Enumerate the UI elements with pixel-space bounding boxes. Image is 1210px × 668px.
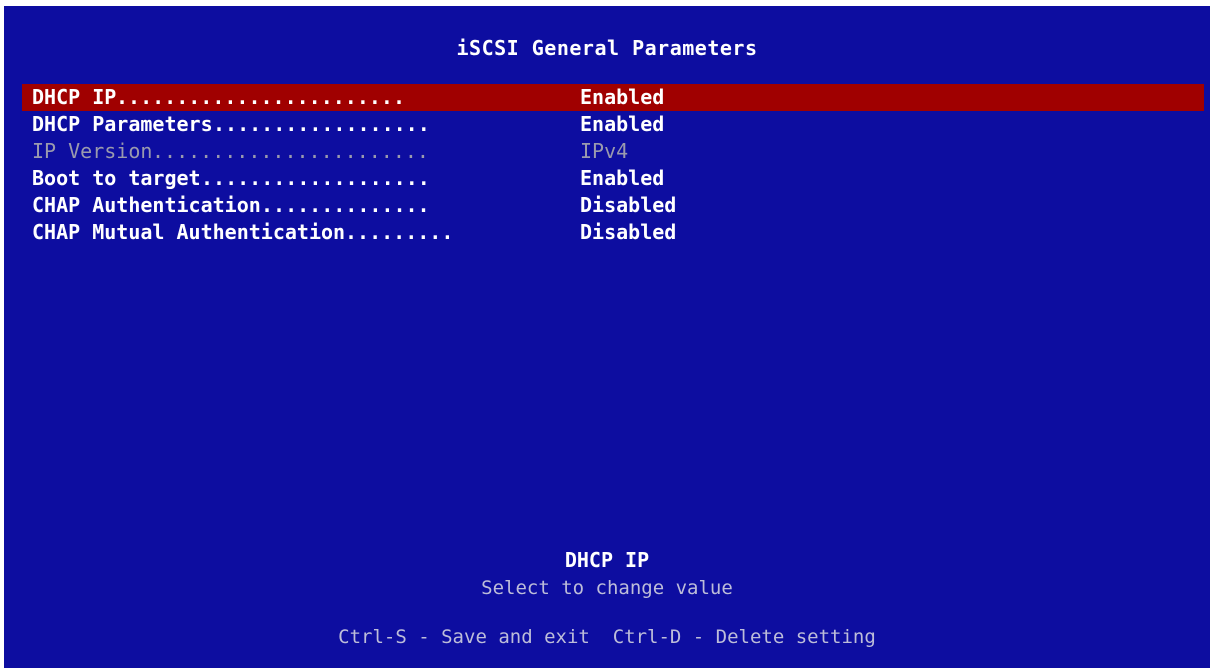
menu-item-label: CHAP Authentication bbox=[32, 193, 261, 217]
menu-item-value[interactable]: Disabled bbox=[580, 219, 676, 246]
leader-dots: ....................... bbox=[152, 139, 429, 163]
menu-item-label: Boot to target bbox=[32, 166, 201, 190]
menu-item-value[interactable]: Enabled bbox=[580, 111, 664, 138]
bios-setup-screen: iSCSI General Parameters DHCP IP .......… bbox=[0, 0, 1210, 668]
menu-item-value[interactable]: Enabled bbox=[580, 165, 664, 192]
menu-item-value: IPv4 bbox=[580, 139, 629, 163]
leader-dots: ................... bbox=[201, 166, 430, 190]
help-panel: DHCP IP Select to change value bbox=[4, 546, 1210, 602]
leader-dots: .................. bbox=[213, 112, 430, 136]
menu-item-chap-mutual-authentication[interactable]: CHAP Mutual Authentication ......... Dis… bbox=[22, 219, 1204, 246]
page-title: iSCSI General Parameters bbox=[456, 36, 758, 60]
menu-item-label: IP Version bbox=[32, 139, 153, 163]
menu-item-value[interactable]: Enabled bbox=[580, 84, 664, 111]
menu-item-ip-version: IP Version ....................... IPv4 bbox=[22, 138, 1204, 165]
key-hints-footer: Ctrl-S - Save and exit Ctrl-D - Delete s… bbox=[338, 626, 876, 648]
leader-dots: ......... bbox=[345, 220, 454, 244]
help-title: DHCP IP bbox=[564, 548, 650, 572]
menu-item-label: DHCP IP bbox=[32, 85, 117, 109]
leader-dots: ........................ bbox=[116, 85, 405, 109]
menu-item-dhcp-ip[interactable]: DHCP IP ........................ Enabled bbox=[22, 84, 1204, 111]
menu-item-label: DHCP Parameters bbox=[32, 112, 213, 136]
menu-item-label: CHAP Mutual Authentication bbox=[32, 220, 346, 244]
menu-item-chap-authentication[interactable]: CHAP Authentication .............. Disab… bbox=[22, 192, 1204, 219]
menu-item-value[interactable]: Disabled bbox=[580, 192, 676, 219]
menu-item-dhcp-parameters[interactable]: DHCP Parameters .................. Enabl… bbox=[22, 111, 1204, 138]
help-text: Select to change value bbox=[481, 577, 733, 599]
menu-item-boot-to-target[interactable]: Boot to target ................... Enabl… bbox=[22, 165, 1204, 192]
settings-menu: DHCP IP ........................ Enabled… bbox=[22, 84, 1204, 246]
leader-dots: .............. bbox=[261, 193, 430, 217]
